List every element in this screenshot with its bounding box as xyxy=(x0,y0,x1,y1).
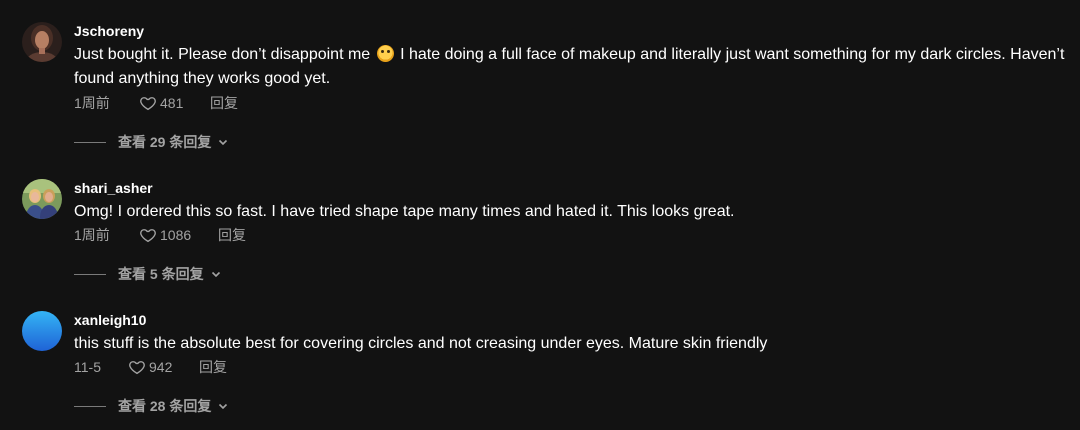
comment-text: Omg! I ordered this so fast. I have trie… xyxy=(74,203,735,220)
divider-line xyxy=(74,405,106,407)
crying-face-emoji-icon xyxy=(376,45,394,62)
avatar-photo-icon xyxy=(22,22,62,62)
view-replies-label: 查看 29 条回复 xyxy=(118,134,212,150)
like-button[interactable]: 1086 xyxy=(139,225,191,245)
view-replies-button[interactable]: 查看 29 条回复 xyxy=(74,132,229,152)
reply-button[interactable]: 回复 xyxy=(199,357,227,377)
comment-username[interactable]: xanleigh10 xyxy=(74,311,146,329)
comment-username[interactable]: Jschoreny xyxy=(74,22,144,40)
comment-text: Just bought it. Please don’t disappoint … xyxy=(74,43,1074,91)
like-count: 1086 xyxy=(160,227,192,243)
comment-text-part: Just bought it. Please don’t disappoint … xyxy=(74,46,375,63)
chevron-down-icon xyxy=(219,403,228,410)
comment-time: 1周前 xyxy=(74,227,110,243)
like-button[interactable]: 942 xyxy=(128,357,172,377)
heart-icon xyxy=(129,361,145,375)
view-replies-button[interactable]: 查看 5 条回复 xyxy=(74,264,222,284)
divider-line xyxy=(74,273,106,275)
divider-line xyxy=(74,141,106,143)
avatar-gradient-icon xyxy=(22,311,62,351)
chevron-down-icon xyxy=(211,271,220,278)
reply-button[interactable]: 回复 xyxy=(218,225,246,245)
comment-text: this stuff is the absolute best for cove… xyxy=(74,335,768,352)
like-button[interactable]: 481 xyxy=(139,93,183,113)
avatar-photo-icon xyxy=(22,179,62,219)
chevron-down-icon xyxy=(219,139,228,146)
view-replies-label: 查看 5 条回复 xyxy=(118,266,204,282)
like-count: 481 xyxy=(160,95,184,111)
like-count: 942 xyxy=(149,359,173,375)
avatar[interactable] xyxy=(22,311,62,351)
avatar[interactable] xyxy=(22,22,62,62)
view-replies-button[interactable]: 查看 28 条回复 xyxy=(74,396,229,416)
comment-username[interactable]: shari_asher xyxy=(74,179,153,197)
heart-icon xyxy=(140,97,156,111)
heart-icon xyxy=(140,229,156,243)
avatar[interactable] xyxy=(22,179,62,219)
comment-time: 11-5 xyxy=(74,359,101,375)
reply-button[interactable]: 回复 xyxy=(210,93,238,113)
comment-time: 1周前 xyxy=(74,95,110,111)
view-replies-label: 查看 28 条回复 xyxy=(118,398,212,414)
